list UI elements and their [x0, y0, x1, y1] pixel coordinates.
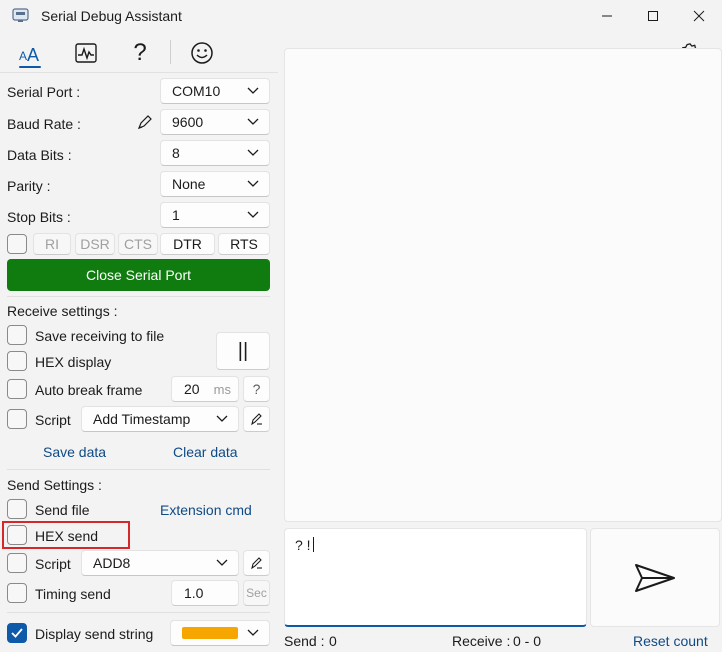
chevron-down-icon	[216, 415, 228, 422]
send-file-label: Send file	[35, 502, 90, 518]
receive-area[interactable]	[284, 48, 722, 522]
serial-port-label: Serial Port :	[7, 84, 81, 100]
send-script-label: Script	[35, 556, 71, 572]
ms-unit: ms	[213, 381, 231, 397]
pause-icon: ||	[237, 339, 249, 362]
minimize-icon	[602, 15, 612, 17]
send-count-value: 0	[329, 633, 337, 649]
chevron-down-icon	[247, 118, 259, 125]
minimize-button[interactable]	[584, 0, 630, 32]
ri-button: RI	[33, 233, 71, 255]
save-data-link[interactable]: Save data	[43, 444, 106, 460]
send-button[interactable]	[590, 528, 720, 627]
extension-cmd-link[interactable]: Extension cmd	[160, 502, 252, 518]
close-serial-port-button[interactable]: Close Serial Port	[7, 259, 270, 291]
receive-script-checkbox[interactable]	[7, 409, 27, 429]
question-icon: ?	[133, 39, 147, 66]
chevron-down-icon	[247, 180, 259, 187]
stop-bits-label: Stop Bits :	[7, 209, 71, 225]
edit-icon	[250, 413, 262, 426]
chevron-down-icon	[216, 559, 228, 566]
display-send-label: Display send string	[35, 626, 154, 642]
chevron-down-icon	[247, 211, 259, 218]
smiley-icon[interactable]	[187, 38, 217, 68]
svg-text:A: A	[27, 45, 39, 65]
svg-text:A: A	[19, 49, 27, 63]
signals-checkbox[interactable]	[7, 234, 27, 254]
hex-display-label: HEX display	[35, 354, 112, 370]
parity-select[interactable]: None	[160, 171, 270, 197]
maximize-icon	[648, 11, 658, 21]
baud-rate-label: Baud Rate :	[7, 116, 81, 132]
rts-button[interactable]: RTS	[218, 233, 270, 255]
divider	[7, 469, 270, 470]
window-title: Serial Debug Assistant	[41, 8, 182, 24]
timing-interval-input[interactable]: 1.0	[171, 580, 239, 606]
active-tab-indicator	[19, 66, 41, 68]
save-receiving-checkbox[interactable]	[7, 325, 27, 345]
color-swatch	[182, 627, 238, 639]
pause-button[interactable]: ||	[216, 332, 270, 370]
text-caret	[312, 537, 314, 552]
send-arrow-icon	[635, 563, 675, 592]
help-button[interactable]: ?	[125, 38, 155, 68]
cts-button: CTS	[118, 233, 158, 255]
receive-settings-heading: Receive settings :	[7, 303, 118, 319]
save-receiving-label: Save receiving to file	[35, 328, 165, 344]
send-script-select[interactable]: ADD8	[81, 550, 239, 576]
serial-port-select[interactable]: COM10	[160, 78, 270, 104]
break-help-button[interactable]: ?	[243, 376, 270, 402]
send-color-picker[interactable]	[170, 620, 270, 646]
receive-script-label: Script	[35, 412, 71, 428]
parity-label: Parity :	[7, 178, 51, 194]
close-window-button[interactable]	[676, 0, 722, 32]
receive-script-select[interactable]: Add Timestamp	[81, 406, 239, 432]
send-file-checkbox[interactable]	[7, 499, 27, 519]
break-timeout-input[interactable]: 20 ms	[171, 376, 239, 402]
data-bits-label: Data Bits :	[7, 147, 72, 163]
data-bits-select[interactable]: 8	[160, 140, 270, 166]
waveform-icon[interactable]	[71, 38, 101, 68]
hex-display-checkbox[interactable]	[7, 351, 27, 371]
receive-count-label: Receive :	[452, 633, 511, 649]
timing-unit-label: Sec	[243, 580, 270, 606]
send-script-edit-button[interactable]	[243, 550, 270, 576]
highlight-box	[2, 521, 130, 549]
send-script-checkbox[interactable]	[7, 553, 27, 573]
app-icon	[12, 8, 29, 22]
reset-count-link[interactable]: Reset count	[633, 633, 708, 649]
clear-data-link[interactable]: Clear data	[173, 444, 238, 460]
pen-icon[interactable]	[136, 113, 154, 131]
stop-bits-select[interactable]: 1	[160, 202, 270, 228]
display-send-checkbox[interactable]	[7, 623, 27, 643]
dsr-button: DSR	[75, 233, 115, 255]
send-settings-heading: Send Settings :	[7, 477, 102, 493]
send-text-input[interactable]: ? !	[284, 528, 587, 627]
auto-break-label: Auto break frame	[35, 382, 143, 398]
divider	[7, 612, 270, 613]
receive-count-value: 0 - 0	[513, 633, 542, 649]
edit-icon	[250, 557, 262, 570]
auto-break-checkbox[interactable]	[7, 379, 27, 399]
checkmark-icon	[11, 628, 23, 638]
close-icon	[693, 10, 705, 22]
divider	[7, 296, 270, 297]
chevron-down-icon	[247, 87, 259, 94]
chevron-down-icon	[247, 629, 259, 636]
receive-script-edit-button[interactable]	[243, 406, 270, 432]
chevron-down-icon	[247, 149, 259, 156]
maximize-button[interactable]	[630, 0, 676, 32]
font-size-icon[interactable]: A A	[16, 38, 46, 68]
dtr-button[interactable]: DTR	[160, 233, 215, 255]
toolbar-separator	[170, 40, 171, 64]
baud-rate-select[interactable]: 9600	[160, 109, 270, 135]
timing-send-checkbox[interactable]	[7, 583, 27, 603]
send-count-label: Send :	[284, 633, 325, 649]
timing-send-label: Timing send	[35, 586, 111, 602]
